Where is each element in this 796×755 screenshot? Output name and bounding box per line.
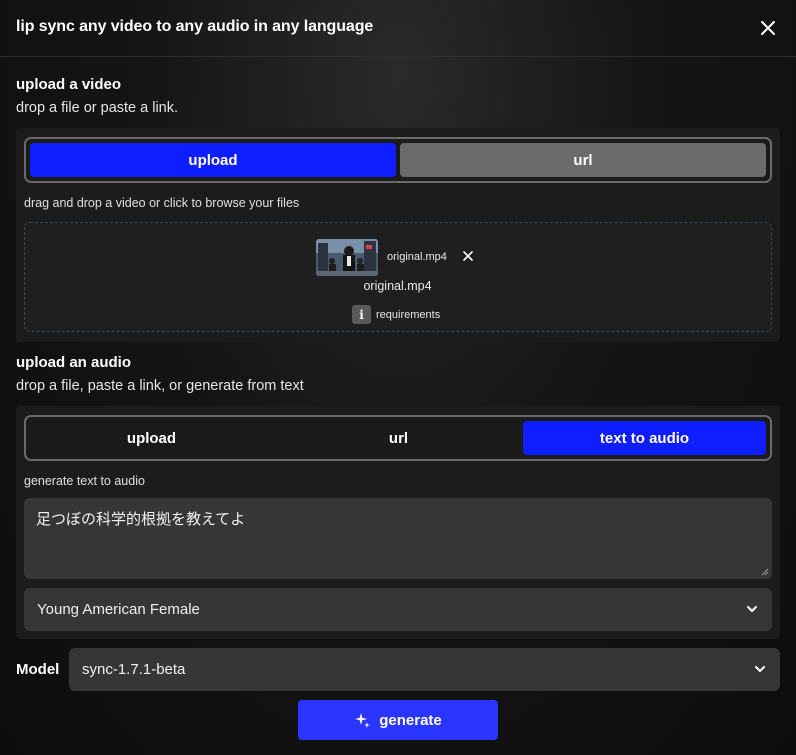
chevron-down-icon <box>747 606 757 612</box>
video-source-tabs: upload url <box>24 137 772 183</box>
audio-section-subtitle: drop a file, paste a link, or generate f… <box>16 378 304 394</box>
video-dropzone[interactable]: original.mp4 original.mp4 i requirements <box>24 222 772 332</box>
video-helper-text: drag and drop a video or click to browse… <box>24 196 300 210</box>
file-chip-name: original.mp4 <box>387 251 447 263</box>
video-panel: upload url drag and drop a video or clic… <box>16 128 780 342</box>
tab-video-upload[interactable]: upload <box>30 143 396 177</box>
audio-helper-text: generate text to audio <box>24 474 145 488</box>
file-name: original.mp4 <box>363 279 432 293</box>
dialog-title: lip sync any video to any audio in any l… <box>16 18 374 35</box>
chevron-down-icon <box>755 666 765 672</box>
resize-grip-icon[interactable] <box>761 568 769 576</box>
model-label: Model <box>16 661 60 678</box>
video-section-subtitle: drop a file or paste a link. <box>16 100 179 116</box>
audio-source-tabs: upload url text to audio <box>24 415 772 461</box>
generate-label: generate <box>379 711 442 729</box>
dialog-header: lip sync any video to any audio in any l… <box>0 0 796 57</box>
tab-audio-upload[interactable]: upload <box>30 421 273 455</box>
sparkle-icon <box>355 713 371 728</box>
tab-text-to-audio[interactable]: text to audio <box>523 421 766 455</box>
video-thumbnail <box>316 239 378 276</box>
video-section-title: upload a video <box>16 76 122 93</box>
model-select-value: sync-1.7.1-beta <box>82 661 186 678</box>
model-select[interactable]: sync-1.7.1-beta <box>69 648 780 691</box>
voice-select[interactable]: Young American Female <box>24 588 772 631</box>
text-to-audio-input[interactable]: 足つぼの科学的根拠を教えてよ <box>24 498 772 579</box>
close-icon[interactable] <box>757 17 779 39</box>
generate-button[interactable]: generate <box>298 700 498 740</box>
tab-video-url[interactable]: url <box>400 143 766 177</box>
requirements-link[interactable]: requirements <box>376 309 440 321</box>
info-icon[interactable]: i <box>352 305 371 324</box>
voice-select-value: Young American Female <box>37 601 200 618</box>
tab-audio-url[interactable]: url <box>277 421 520 455</box>
audio-section-title: upload an audio <box>16 354 131 371</box>
remove-file-icon[interactable] <box>461 249 475 263</box>
audio-panel: upload url text to audio generate text t… <box>16 406 780 639</box>
text-to-audio-value: 足つぼの科学的根拠を教えてよ <box>36 510 246 528</box>
